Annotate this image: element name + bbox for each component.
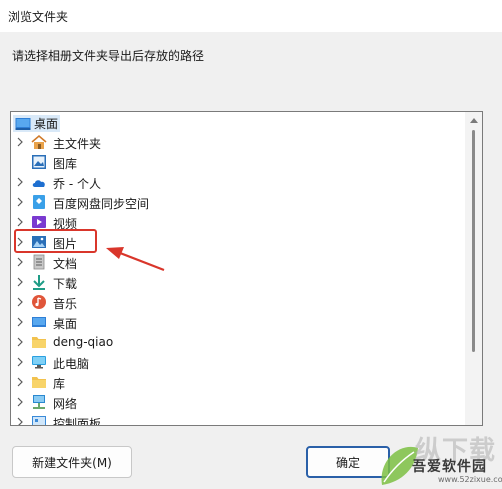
folder-tree[interactable]: 桌面 主文件夹 图库 乔 - 个人 百度网盘同步空间 视频 图片 文档 下载 音… <box>10 111 483 426</box>
tree-item-label: 文档 <box>53 257 78 271</box>
tree-item-music[interactable]: 音乐 <box>11 292 466 312</box>
dialog-title: 浏览文件夹 <box>8 10 69 24</box>
tree-items: 主文件夹 图库 乔 - 个人 百度网盘同步空间 视频 图片 文档 下载 音乐 桌… <box>11 132 466 426</box>
chevron-right-icon[interactable] <box>15 197 25 207</box>
tree-item-label: 主文件夹 <box>53 137 102 151</box>
title-bar: 浏览文件夹 <box>0 0 502 32</box>
network-icon <box>33 395 45 409</box>
tree-item-label: 百度网盘同步空间 <box>53 197 150 211</box>
tree-item-label: 此电脑 <box>53 357 90 371</box>
video-icon <box>32 216 46 228</box>
new-folder-button[interactable]: 新建文件夹(M) <box>12 446 132 478</box>
tree-item-label: 控制面板 <box>53 417 102 426</box>
tree-item-label: 视频 <box>53 217 78 231</box>
desktop-icon <box>15 117 31 130</box>
tree-root-selection[interactable]: 桌面 <box>13 115 61 132</box>
watermark-url: www.52zixue.com <box>438 475 502 484</box>
document-icon <box>33 254 45 270</box>
tree-item-desktop[interactable]: 桌面 <box>11 312 466 332</box>
tree-item-onedrive-personal[interactable]: 乔 - 个人 <box>11 172 466 192</box>
chevron-right-icon[interactable] <box>15 337 25 347</box>
tree-item-label: 下载 <box>53 277 78 291</box>
baidu-netdisk-icon <box>33 195 45 209</box>
tree-item-label: 图片 <box>53 237 78 251</box>
tree-item-network[interactable]: 网络 <box>11 392 466 412</box>
chevron-right-icon[interactable] <box>15 257 25 267</box>
music-icon <box>32 295 46 309</box>
home-icon <box>31 134 47 149</box>
tree-root-desktop[interactable]: 桌面 <box>13 115 61 132</box>
tree-item-videos[interactable]: 视频 <box>11 212 466 232</box>
folder-icon <box>32 337 46 348</box>
chevron-right-icon[interactable] <box>15 417 25 426</box>
tree-item-label: 库 <box>53 377 66 391</box>
tree-item-user-folder[interactable]: deng-qiao <box>11 332 466 352</box>
tree-item-gallery[interactable]: 图库 <box>11 152 466 172</box>
watermark-brand: 吾爱软件园 <box>412 459 487 475</box>
tree-item-label: 乔 - 个人 <box>53 177 101 191</box>
tree-item-control-panel[interactable]: 控制面板 <box>11 412 466 426</box>
tree-item-libraries[interactable]: 库 <box>11 372 466 392</box>
chevron-right-icon[interactable] <box>15 317 25 327</box>
chevron-right-icon[interactable] <box>15 217 25 227</box>
tree-item-this-pc[interactable]: 此电脑 <box>11 352 466 372</box>
tree-item-downloads[interactable]: 下载 <box>11 272 466 292</box>
tree-item-documents[interactable]: 文档 <box>11 252 466 272</box>
tree-item-baidu-sync[interactable]: 百度网盘同步空间 <box>11 192 466 212</box>
tree-item-label: 网络 <box>53 397 78 411</box>
chevron-right-icon[interactable] <box>15 357 25 367</box>
chevron-right-icon[interactable] <box>15 377 25 387</box>
chevron-right-icon[interactable] <box>15 297 25 307</box>
tree-item-label: deng-qiao <box>53 335 114 349</box>
pictures-icon <box>32 236 46 248</box>
vertical-scrollbar[interactable] <box>465 112 482 425</box>
dialog-prompt: 请选择相册文件夹导出后存放的路径 <box>12 49 205 63</box>
chevron-right-icon[interactable] <box>15 177 25 187</box>
computer-icon <box>32 356 46 369</box>
tree-item-home[interactable]: 主文件夹 <box>11 132 466 152</box>
control-panel-icon <box>32 416 46 425</box>
tree-item-label: 音乐 <box>53 297 78 311</box>
scroll-up-arrow-icon[interactable] <box>470 118 478 123</box>
tree-item-label: 桌面 <box>53 317 78 331</box>
chevron-right-icon[interactable] <box>15 397 25 407</box>
chevron-right-icon[interactable] <box>15 137 25 147</box>
chevron-right-icon[interactable] <box>15 237 25 247</box>
download-icon <box>33 275 45 290</box>
scroll-thumb[interactable] <box>472 130 475 352</box>
desktop-icon <box>32 317 46 327</box>
folder-icon <box>32 377 46 388</box>
cloud-icon <box>32 180 45 187</box>
tree-item-pictures[interactable]: 图片 <box>11 232 466 252</box>
tree-item-label: 图库 <box>53 157 78 171</box>
gallery-icon <box>32 155 46 169</box>
chevron-right-icon[interactable] <box>15 277 25 287</box>
tree-root-label: 桌面 <box>34 117 59 131</box>
